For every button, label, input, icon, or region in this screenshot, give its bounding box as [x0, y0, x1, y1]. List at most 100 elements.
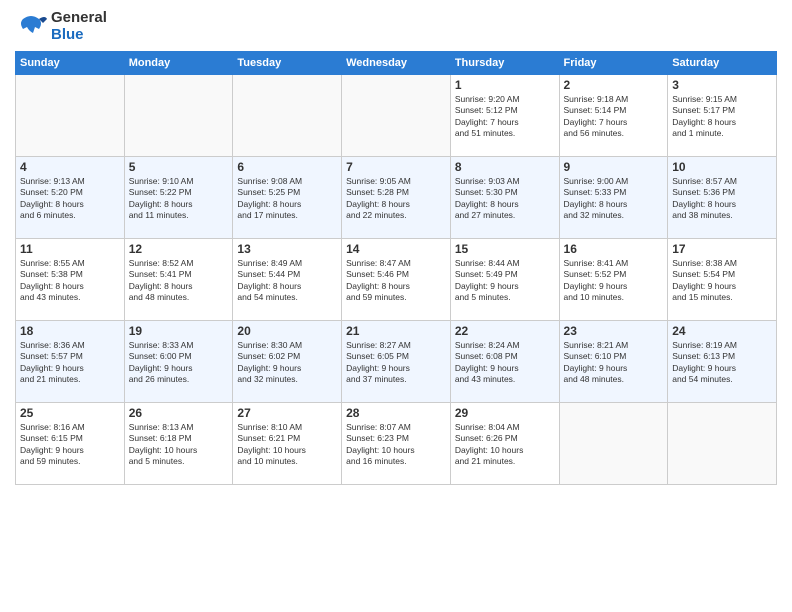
calendar-cell	[668, 403, 777, 485]
day-info: Sunrise: 9:10 AM Sunset: 5:22 PM Dayligh…	[129, 176, 229, 222]
calendar-cell: 14 Sunrise: 8:47 AM Sunset: 5:46 PM Dayli…	[342, 239, 451, 321]
calendar-cell	[124, 75, 233, 157]
day-number: 10	[672, 160, 772, 174]
calendar-cell: 13Sunrise: 8:49 AM Sunset: 5:44 PM Dayli…	[233, 239, 342, 321]
page: General Blue SundayMondayTuesdayWednesda…	[0, 0, 792, 612]
day-number: 7	[346, 160, 446, 174]
day-info: Sunrise: 9:13 AM Sunset: 5:20 PM Dayligh…	[20, 176, 120, 222]
day-info: Sunrise: 8:04 AM Sunset: 6:26 PM Dayligh…	[455, 422, 555, 468]
calendar-cell: 1 Sunrise: 9:20 AM Sunset: 5:12 PM Daylig…	[450, 75, 559, 157]
calendar-cell: 22 Sunrise: 8:24 AM Sunset: 6:08 PM Dayli…	[450, 321, 559, 403]
calendar-cell: 6 Sunrise: 9:08 AM Sunset: 5:25 PM Daylig…	[233, 157, 342, 239]
day-number: 25	[20, 406, 120, 420]
calendar-week-row: 1 Sunrise: 9:20 AM Sunset: 5:12 PM Daylig…	[16, 75, 777, 157]
day-info: Sunrise: 8:10 AM Sunset: 6:21 PM Dayligh…	[237, 422, 337, 468]
day-info: Sunrise: 8:55 AM Sunset: 5:38 PM Dayligh…	[20, 258, 120, 304]
column-header-thursday: Thursday	[450, 52, 559, 75]
day-number: 11	[20, 242, 120, 256]
day-info: Sunrise: 9:18 AM Sunset: 5:14 PM Dayligh…	[564, 94, 664, 140]
calendar-week-row: 4 Sunrise: 9:13 AM Sunset: 5:20 PM Daylig…	[16, 157, 777, 239]
day-info: Sunrise: 9:15 AM Sunset: 5:17 PM Dayligh…	[672, 94, 772, 140]
day-info: Sunrise: 9:08 AM Sunset: 5:25 PM Dayligh…	[237, 176, 337, 222]
day-number: 9	[564, 160, 664, 174]
calendar-week-row: 18 Sunrise: 8:36 AM Sunset: 5:57 PM Dayli…	[16, 321, 777, 403]
day-info: Sunrise: 8:13 AM Sunset: 6:18 PM Dayligh…	[129, 422, 229, 468]
day-number: 16	[564, 242, 664, 256]
calendar-cell: 4 Sunrise: 9:13 AM Sunset: 5:20 PM Daylig…	[16, 157, 125, 239]
logo-general: General	[51, 10, 107, 27]
day-number: 15	[455, 242, 555, 256]
day-number: 6	[237, 160, 337, 174]
column-header-tuesday: Tuesday	[233, 52, 342, 75]
calendar-week-row: 25 Sunrise: 8:16 AM Sunset: 6:15 PM Dayli…	[16, 403, 777, 485]
day-number: 23	[564, 324, 664, 338]
day-number: 2	[564, 78, 664, 92]
calendar-cell: 12 Sunrise: 8:52 AM Sunset: 5:41 PM Dayli…	[124, 239, 233, 321]
column-header-sunday: Sunday	[16, 52, 125, 75]
calendar-cell: 11 Sunrise: 8:55 AM Sunset: 5:38 PM Dayli…	[16, 239, 125, 321]
calendar-cell: 7Sunrise: 9:05 AM Sunset: 5:28 PM Daylig…	[342, 157, 451, 239]
day-number: 14	[346, 242, 446, 256]
day-info: Sunrise: 8:44 AM Sunset: 5:49 PM Dayligh…	[455, 258, 555, 304]
calendar-cell: 28Sunrise: 8:07 AM Sunset: 6:23 PM Dayli…	[342, 403, 451, 485]
calendar-cell: 16 Sunrise: 8:41 AM Sunset: 5:52 PM Dayli…	[559, 239, 668, 321]
calendar-cell	[233, 75, 342, 157]
day-number: 13	[237, 242, 337, 256]
day-info: Sunrise: 8:52 AM Sunset: 5:41 PM Dayligh…	[129, 258, 229, 304]
calendar-cell: 23Sunrise: 8:21 AM Sunset: 6:10 PM Dayli…	[559, 321, 668, 403]
calendar-cell: 17Sunrise: 8:38 AM Sunset: 5:54 PM Dayli…	[668, 239, 777, 321]
day-number: 8	[455, 160, 555, 174]
day-info: Sunrise: 8:41 AM Sunset: 5:52 PM Dayligh…	[564, 258, 664, 304]
day-number: 18	[20, 324, 120, 338]
day-info: Sunrise: 8:07 AM Sunset: 6:23 PM Dayligh…	[346, 422, 446, 468]
day-number: 22	[455, 324, 555, 338]
column-header-monday: Monday	[124, 52, 233, 75]
day-number: 27	[237, 406, 337, 420]
calendar-cell: 29 Sunrise: 8:04 AM Sunset: 6:26 PM Dayli…	[450, 403, 559, 485]
day-info: Sunrise: 8:30 AM Sunset: 6:02 PM Dayligh…	[237, 340, 337, 386]
day-number: 20	[237, 324, 337, 338]
calendar-cell: 2 Sunrise: 9:18 AM Sunset: 5:14 PM Daylig…	[559, 75, 668, 157]
header: General Blue	[15, 10, 777, 43]
calendar-header-row: SundayMondayTuesdayWednesdayThursdayFrid…	[16, 52, 777, 75]
day-info: Sunrise: 8:38 AM Sunset: 5:54 PM Dayligh…	[672, 258, 772, 304]
day-number: 29	[455, 406, 555, 420]
day-number: 4	[20, 160, 120, 174]
day-info: Sunrise: 8:24 AM Sunset: 6:08 PM Dayligh…	[455, 340, 555, 386]
day-info: Sunrise: 8:47 AM Sunset: 5:46 PM Dayligh…	[346, 258, 446, 304]
day-info: Sunrise: 9:03 AM Sunset: 5:30 PM Dayligh…	[455, 176, 555, 222]
day-number: 1	[455, 78, 555, 92]
day-number: 21	[346, 324, 446, 338]
calendar-cell: 20 Sunrise: 8:30 AM Sunset: 6:02 PM Dayli…	[233, 321, 342, 403]
calendar-cell: 26 Sunrise: 8:13 AM Sunset: 6:18 PM Dayli…	[124, 403, 233, 485]
day-info: Sunrise: 8:27 AM Sunset: 6:05 PM Dayligh…	[346, 340, 446, 386]
calendar-cell: 24Sunrise: 8:19 AM Sunset: 6:13 PM Dayli…	[668, 321, 777, 403]
column-header-saturday: Saturday	[668, 52, 777, 75]
logo-bird-icon	[15, 11, 47, 43]
day-number: 26	[129, 406, 229, 420]
calendar-cell: 25 Sunrise: 8:16 AM Sunset: 6:15 PM Dayli…	[16, 403, 125, 485]
day-info: Sunrise: 8:36 AM Sunset: 5:57 PM Dayligh…	[20, 340, 120, 386]
calendar-cell: 15 Sunrise: 8:44 AM Sunset: 5:49 PM Dayli…	[450, 239, 559, 321]
day-info: Sunrise: 8:19 AM Sunset: 6:13 PM Dayligh…	[672, 340, 772, 386]
logo-blue: Blue	[51, 27, 107, 44]
day-number: 5	[129, 160, 229, 174]
calendar-cell	[342, 75, 451, 157]
calendar-cell: 10Sunrise: 8:57 AM Sunset: 5:36 PM Dayli…	[668, 157, 777, 239]
logo: General Blue	[15, 10, 107, 43]
calendar-cell: 21 Sunrise: 8:27 AM Sunset: 6:05 PM Dayli…	[342, 321, 451, 403]
day-info: Sunrise: 9:00 AM Sunset: 5:33 PM Dayligh…	[564, 176, 664, 222]
calendar-cell: 19Sunrise: 8:33 AM Sunset: 6:00 PM Dayli…	[124, 321, 233, 403]
calendar-cell: 18 Sunrise: 8:36 AM Sunset: 5:57 PM Dayli…	[16, 321, 125, 403]
day-number: 19	[129, 324, 229, 338]
calendar-cell: 8 Sunrise: 9:03 AM Sunset: 5:30 PM Daylig…	[450, 157, 559, 239]
day-number: 3	[672, 78, 772, 92]
column-header-wednesday: Wednesday	[342, 52, 451, 75]
day-info: Sunrise: 9:20 AM Sunset: 5:12 PM Dayligh…	[455, 94, 555, 140]
calendar-table: SundayMondayTuesdayWednesdayThursdayFrid…	[15, 51, 777, 485]
calendar-cell	[559, 403, 668, 485]
day-number: 12	[129, 242, 229, 256]
calendar-cell: 3 Sunrise: 9:15 AM Sunset: 5:17 PM Daylig…	[668, 75, 777, 157]
calendar-week-row: 11 Sunrise: 8:55 AM Sunset: 5:38 PM Dayli…	[16, 239, 777, 321]
day-info: Sunrise: 8:16 AM Sunset: 6:15 PM Dayligh…	[20, 422, 120, 468]
